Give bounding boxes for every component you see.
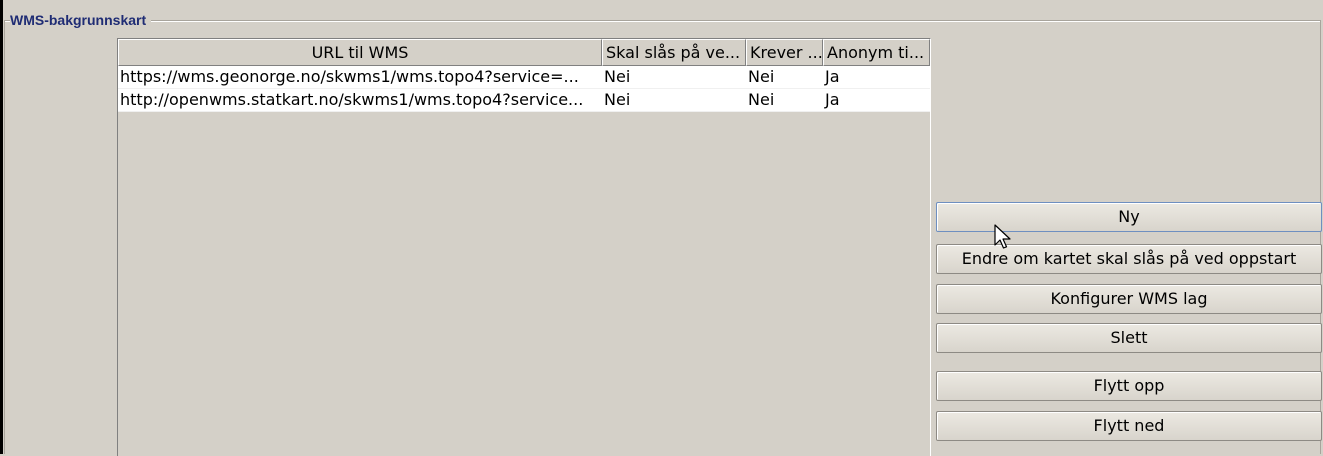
- group-border-left: [4, 20, 5, 454]
- group-border-top: [4, 20, 1320, 22]
- column-header-requires[interactable]: Krever ...: [746, 39, 823, 66]
- group-title: WMS-bakgrunnskart: [10, 11, 152, 29]
- table-row[interactable]: http://openwms.statkart.no/skwms1/wms.to…: [118, 89, 930, 112]
- table-cell-startup: Nei: [604, 90, 631, 109]
- table-body: https://wms.geonorge.no/skwms1/wms.topo4…: [118, 66, 930, 112]
- configure-wms-layers-button[interactable]: Konfigurer WMS lag: [936, 284, 1322, 314]
- table-row[interactable]: https://wms.geonorge.no/skwms1/wms.topo4…: [118, 66, 930, 89]
- table-header: URL til WMS Skal slås på ve... Krever ..…: [118, 39, 930, 66]
- table-cell-url: http://openwms.statkart.no/skwms1/wms.to…: [120, 90, 584, 109]
- column-header-anonymous[interactable]: Anonym ti...: [823, 39, 930, 66]
- mouse-pointer-icon: [994, 224, 1011, 249]
- table-cell-anonymous: Ja: [825, 90, 840, 109]
- delete-button[interactable]: Slett: [936, 323, 1322, 353]
- table-cell-requires: Nei: [748, 67, 775, 86]
- column-header-url[interactable]: URL til WMS: [118, 39, 602, 66]
- column-header-startup[interactable]: Skal slås på ve...: [602, 39, 746, 66]
- move-down-button[interactable]: Flytt ned: [936, 411, 1322, 441]
- table-cell-requires: Nei: [748, 90, 775, 109]
- table-cell-startup: Nei: [604, 67, 631, 86]
- move-up-button[interactable]: Flytt opp: [936, 371, 1322, 401]
- table-cell-anonymous: Ja: [825, 67, 840, 86]
- table-cell-url: https://wms.geonorge.no/skwms1/wms.topo4…: [120, 67, 579, 86]
- window-left-edge: [0, 0, 3, 454]
